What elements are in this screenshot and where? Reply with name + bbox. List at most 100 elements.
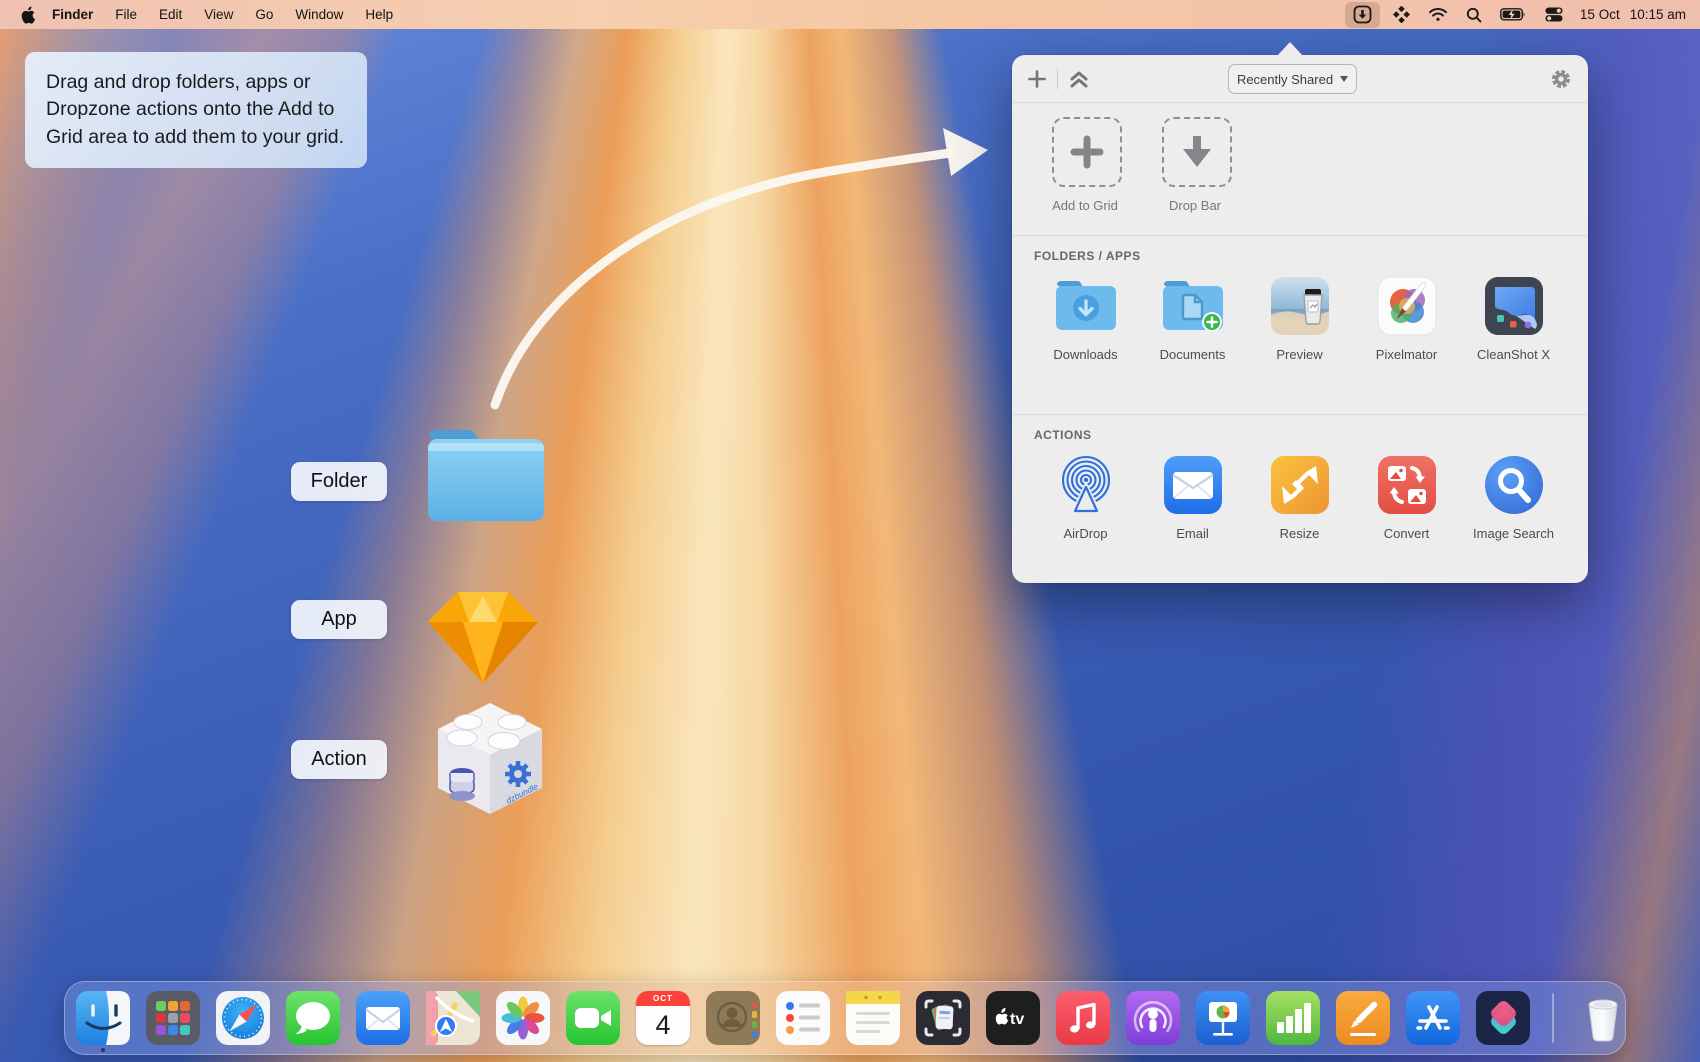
folder-label: Folder (291, 462, 387, 501)
popover-header: Recently Shared (1012, 55, 1588, 103)
actions-section: ACTIONS (1012, 415, 1588, 584)
folders-apps-section: FOLDERS / APPS Downloads (1012, 236, 1588, 415)
grid-item-resize[interactable]: Resize (1246, 453, 1353, 541)
menu-app-name[interactable]: Finder (41, 7, 104, 22)
add-to-grid-dropzone[interactable] (1052, 117, 1122, 187)
app-label: App (291, 600, 387, 639)
wifi-icon[interactable] (1423, 4, 1453, 26)
dock-item-numbers[interactable] (1266, 991, 1320, 1045)
menu-edit[interactable]: Edit (148, 7, 193, 22)
item-label: Pixelmator (1376, 347, 1437, 362)
dropzone-menu-icon[interactable] (1345, 2, 1380, 28)
header-divider (1057, 69, 1058, 89)
dock-item-reminders[interactable] (776, 991, 830, 1045)
dock: OCT 4 (64, 981, 1626, 1055)
menu-help[interactable]: Help (354, 7, 404, 22)
dock-item-launchpad[interactable] (146, 991, 200, 1045)
menubar-clock[interactable]: 10:15 am (1630, 7, 1686, 22)
grid-item-pixelmator[interactable]: Pixelmator (1353, 274, 1460, 362)
item-label: Downloads (1053, 347, 1117, 362)
apple-menu-icon[interactable] (20, 6, 35, 24)
email-icon (1162, 453, 1224, 517)
dock-item-keynote[interactable] (1196, 991, 1250, 1045)
menu-file[interactable]: File (104, 7, 148, 22)
control-center-icon[interactable] (1540, 4, 1568, 26)
diamond-grid-icon[interactable] (1388, 4, 1415, 26)
dock-item-podcasts[interactable] (1126, 991, 1180, 1045)
drop-bar-dropzone[interactable] (1162, 117, 1232, 187)
spotlight-search-icon[interactable] (1461, 4, 1487, 26)
recently-shared-dropdown[interactable]: Recently Shared (1228, 64, 1357, 94)
action-label: Action (291, 740, 387, 779)
dropdown-label: Recently Shared (1237, 72, 1333, 87)
dock-item-app-store[interactable] (1406, 991, 1460, 1045)
dock-item-music[interactable] (1056, 991, 1110, 1045)
dock-item-contacts[interactable] (706, 991, 760, 1045)
chevron-down-icon (1340, 76, 1348, 82)
battery-charging-icon[interactable] (1495, 4, 1532, 26)
dock-item-apple-tv[interactable]: tv (986, 991, 1040, 1045)
collapse-chevrons-icon[interactable] (1069, 70, 1089, 88)
grid-item-documents[interactable]: Documents (1139, 274, 1246, 362)
grid-item-preview[interactable]: Preview (1246, 274, 1353, 362)
item-label: CleanShot X (1477, 347, 1550, 362)
documents-folder-icon (1160, 274, 1226, 338)
dock-separator (1552, 993, 1554, 1043)
dropzone-action-bundle-icon[interactable]: dzbundle (430, 700, 550, 818)
tooltip-text: Drag and drop folders, apps or Dropzone … (46, 71, 344, 148)
dock-item-facetime[interactable] (566, 991, 620, 1045)
dock-item-messages[interactable] (286, 991, 340, 1045)
pixelmator-app-icon (1376, 274, 1438, 338)
item-label: AirDrop (1063, 526, 1107, 541)
menubar-date[interactable]: 15 Oct (1580, 7, 1620, 22)
dock-item-photos[interactable] (496, 991, 550, 1045)
arrow-down-icon (1180, 134, 1214, 170)
drop-bar-label: Drop Bar (1140, 198, 1250, 213)
image-search-icon (1483, 453, 1545, 517)
grid-item-cleanshot[interactable]: CleanShot X (1460, 274, 1567, 362)
item-label: Documents (1160, 347, 1226, 362)
convert-icon (1376, 453, 1438, 517)
dock-item-mail[interactable] (356, 991, 410, 1045)
dock-item-shortcuts[interactable] (1476, 991, 1530, 1045)
dock-item-maps[interactable] (426, 991, 480, 1045)
menu-go[interactable]: Go (244, 7, 284, 22)
blue-folder-icon[interactable] (423, 427, 549, 525)
dock-item-pages[interactable] (1336, 991, 1390, 1045)
menu-window[interactable]: Window (284, 7, 354, 22)
dock-item-calendar[interactable]: OCT 4 (636, 991, 690, 1045)
dock-item-notes[interactable] (846, 991, 900, 1045)
svg-text:tv: tv (1010, 1011, 1024, 1028)
cleanshot-app-icon (1483, 274, 1545, 338)
dock-item-safari[interactable] (216, 991, 270, 1045)
dock-item-trash[interactable] (1576, 991, 1630, 1045)
grid-item-airdrop[interactable]: AirDrop (1032, 453, 1139, 541)
calendar-day: 4 (636, 1006, 690, 1045)
dock-item-finder[interactable] (76, 991, 130, 1045)
sketch-diamond-icon[interactable] (420, 586, 546, 686)
grid-item-image-search[interactable]: Image Search (1460, 453, 1567, 541)
actions-title: ACTIONS (1012, 415, 1588, 442)
menu-bar: Finder File Edit View Go Window Help (0, 0, 1700, 29)
settings-gear-icon[interactable] (1550, 68, 1572, 90)
drop-targets-row: Add to Grid Drop Bar (1012, 103, 1588, 236)
desktop-screen: Finder File Edit View Go Window Help (0, 0, 1700, 1062)
resize-icon (1269, 453, 1331, 517)
item-label: Preview (1276, 347, 1322, 362)
add-icon[interactable] (1028, 70, 1046, 88)
plus-icon (1070, 135, 1104, 169)
grid-item-email[interactable]: Email (1139, 453, 1246, 541)
popover-pointer (1277, 42, 1303, 56)
downloads-folder-icon (1053, 274, 1119, 338)
onboarding-tooltip: Drag and drop folders, apps or Dropzone … (25, 52, 367, 168)
item-label: Convert (1384, 526, 1430, 541)
dock-item-card-scanner[interactable] (916, 991, 970, 1045)
item-label: Email (1176, 526, 1209, 541)
menu-view[interactable]: View (193, 7, 244, 22)
grid-item-convert[interactable]: Convert (1353, 453, 1460, 541)
airdrop-icon (1054, 453, 1118, 517)
preview-app-icon (1269, 274, 1331, 338)
grid-item-downloads[interactable]: Downloads (1032, 274, 1139, 362)
item-label: Resize (1280, 526, 1320, 541)
item-label: Image Search (1473, 526, 1554, 541)
